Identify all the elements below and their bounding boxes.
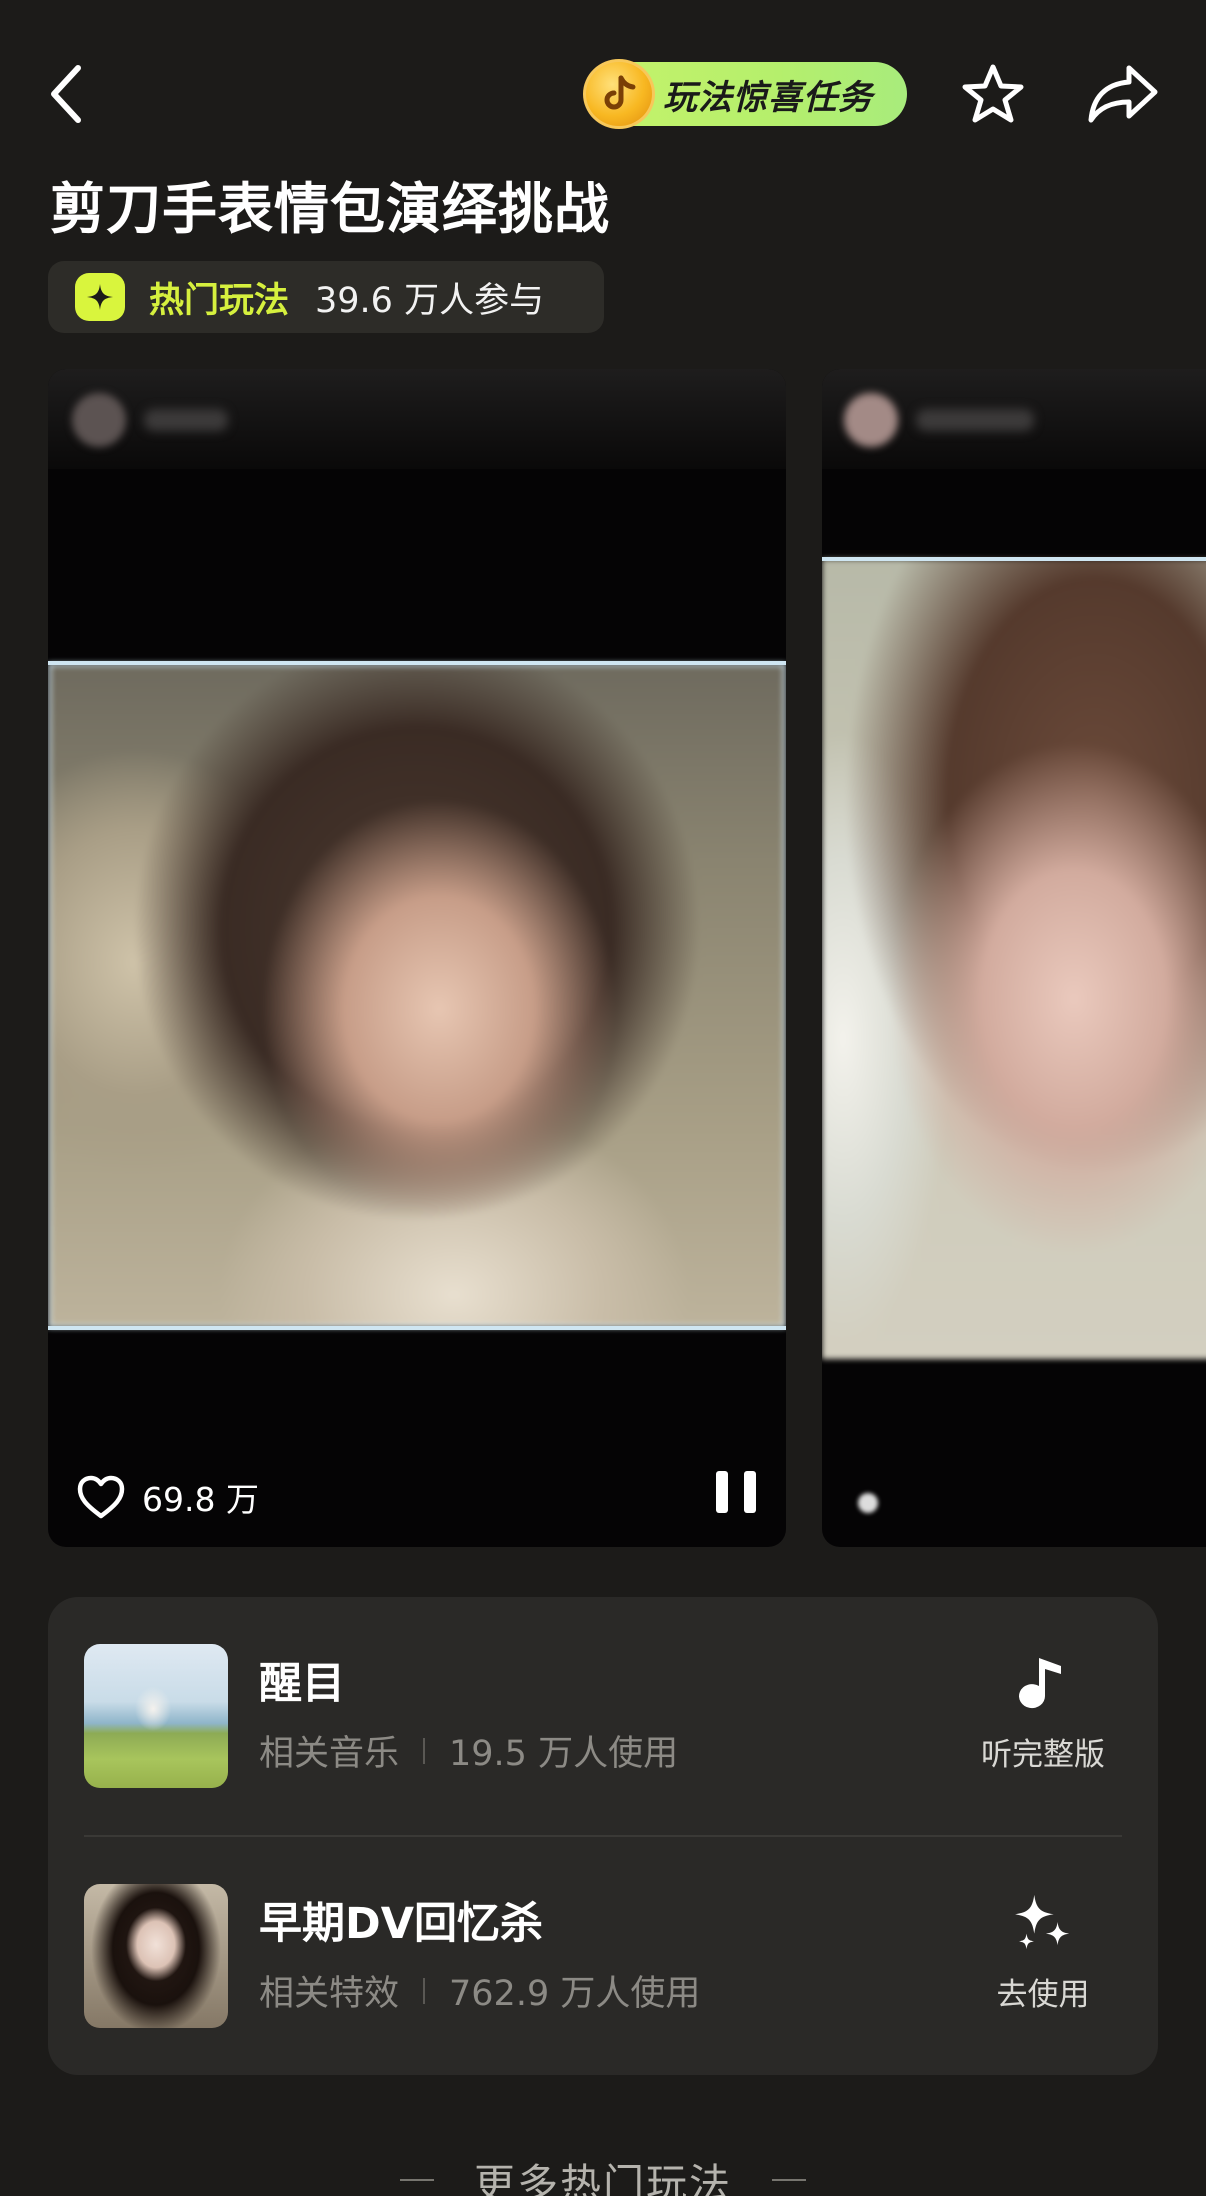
author-avatar — [72, 393, 126, 447]
pause-button[interactable] — [716, 1471, 756, 1517]
surprise-task-label: 玩法惊喜任务 — [663, 77, 873, 118]
hot-gameplay-badge: 热门玩法 39.6 万人参与 — [48, 261, 604, 333]
more-gameplay-link[interactable]: 更多热门玩法 — [0, 2150, 1206, 2196]
video-author-bar — [48, 369, 786, 469]
share-button[interactable] — [1080, 56, 1166, 132]
meta-separator — [423, 1737, 426, 1764]
author-name-blurred — [144, 409, 228, 431]
effect-cover-image — [84, 1884, 228, 2028]
chevron-left-icon — [51, 65, 81, 123]
music-meta: 相关音乐 19.5 万人使用 — [259, 1725, 678, 1776]
divider-line-right — [772, 2179, 806, 2181]
effect-usage: 762.9 万人使用 — [449, 1974, 701, 2014]
pause-icon-bar-left — [716, 1471, 728, 1513]
listen-full-label: 听完整版 — [981, 1737, 1105, 1773]
use-effect-label: 去使用 — [996, 1977, 1090, 2013]
music-title: 醒目 — [259, 1659, 345, 1709]
more-gameplay-label: 更多热门玩法 — [474, 2160, 732, 2196]
effect-meta: 相关特效 762.9 万人使用 — [259, 1965, 700, 2016]
author-name-blurred — [916, 409, 1034, 431]
like-count: 69.8 万 — [142, 1480, 259, 1519]
video-frame-border — [48, 661, 786, 1330]
douyin-coin-icon — [583, 59, 655, 129]
heart-icon — [77, 1475, 125, 1519]
favorite-button[interactable] — [955, 56, 1031, 132]
related-panel: 醒目 相关音乐 19.5 万人使用 听完整版 早期DV回忆杀 相关特效 762.… — [48, 1597, 1158, 2075]
hot-gameplay-label: 热门玩法 — [149, 280, 290, 321]
like-counter[interactable]: 69.8 万 — [76, 1473, 259, 1521]
music-type: 相关音乐 — [259, 1734, 400, 1774]
use-effect-button[interactable]: 去使用 — [948, 1887, 1138, 2037]
star-icon — [962, 64, 1024, 123]
back-button[interactable] — [40, 56, 96, 132]
surprise-task-button[interactable]: 玩法惊喜任务 — [583, 59, 907, 129]
share-arrow-icon — [1088, 65, 1158, 123]
sparkle-badge-icon — [75, 273, 125, 321]
page-title: 剪刀手表情包演绎挑战 — [50, 177, 611, 241]
effect-type: 相关特效 — [259, 1974, 400, 2014]
heart-icon — [858, 1493, 878, 1513]
music-cover-image — [84, 1644, 228, 1788]
divider-line-left — [400, 2179, 434, 2181]
sparkle-icon — [1011, 1891, 1075, 1955]
music-usage: 19.5 万人使用 — [449, 1734, 679, 1774]
author-avatar — [844, 393, 898, 447]
video-author-bar — [822, 369, 1206, 469]
pause-icon-bar-right — [744, 1471, 756, 1513]
related-effect-item[interactable]: 早期DV回忆杀 相关特效 762.9 万人使用 去使用 — [48, 1837, 1158, 2075]
meta-separator — [423, 1977, 426, 2004]
participant-count: 39.6 万人参与 — [315, 280, 545, 321]
listen-full-button[interactable]: 听完整版 — [948, 1647, 1138, 1797]
video-frame-border — [822, 557, 1206, 1361]
related-music-item[interactable]: 醒目 相关音乐 19.5 万人使用 听完整版 — [48, 1597, 1158, 1835]
effect-title: 早期DV回忆杀 — [259, 1899, 543, 1949]
video-card[interactable] — [822, 369, 1206, 1547]
music-note-icon — [1011, 1651, 1075, 1715]
video-card[interactable]: 69.8 万 — [48, 369, 786, 1547]
